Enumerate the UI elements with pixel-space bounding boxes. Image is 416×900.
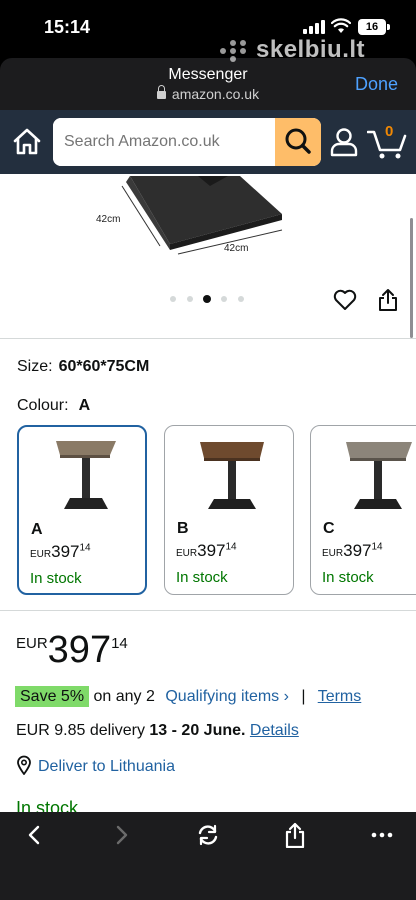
- battery-tip: [387, 24, 390, 30]
- forward-icon[interactable]: [102, 822, 142, 848]
- more-options-icon[interactable]: [362, 822, 402, 848]
- amazon-header: 0: [0, 110, 416, 174]
- cellular-signal-icon: [303, 20, 327, 34]
- swatch-label: B: [177, 520, 189, 537]
- swatch-price-whole: 397: [343, 541, 372, 560]
- heart-icon[interactable]: [333, 289, 357, 311]
- delivery-info: EUR 9.85 delivery 13 - 20 June. Details: [16, 722, 299, 740]
- home-icon[interactable]: [12, 127, 42, 157]
- swatch-image: [346, 442, 412, 509]
- save-badge: Save 5%: [15, 686, 90, 707]
- delivery-cost: EUR 9.85 delivery: [16, 722, 145, 739]
- swatch-image: [200, 442, 264, 509]
- battery-level: 16: [358, 19, 386, 35]
- dimension-label-left: 42cm: [96, 214, 120, 225]
- terms-link[interactable]: Terms: [318, 688, 362, 705]
- product-price: EUR39714: [16, 629, 128, 672]
- swatch-currency: EUR: [30, 549, 52, 560]
- deliver-to-location[interactable]: Deliver to Lithuania: [16, 755, 175, 776]
- product-page: 42cm 42cm Size: 60*60*75CM Colour: A A EUR…: [0, 174, 416, 812]
- watermark-logo-icon: [220, 40, 250, 66]
- stock-status: In stock: [16, 798, 79, 812]
- colour-option-c[interactable]: C EUR39714 In stock: [310, 425, 416, 595]
- location-pin-icon: [17, 755, 31, 775]
- swatch-price-fraction: 14: [79, 542, 91, 554]
- size-label: Size:: [17, 358, 53, 375]
- price-fraction: 14: [111, 635, 128, 652]
- browser-url: amazon.co.uk: [0, 85, 416, 102]
- swatch-price: EUR39714: [176, 541, 237, 561]
- status-time: 15:14: [44, 17, 91, 37]
- reload-icon[interactable]: [188, 822, 228, 848]
- dimension-label-right: 42cm: [224, 243, 248, 254]
- browser-url-text: amazon.co.uk: [171, 86, 260, 102]
- colour-option-a[interactable]: A EUR39714 In stock: [17, 425, 147, 595]
- delivery-details-link[interactable]: Details: [250, 722, 299, 739]
- swatch-stock: In stock: [176, 569, 228, 586]
- browser-toolbar: [0, 812, 416, 900]
- carousel-dot[interactable]: [238, 296, 244, 302]
- colour-label: Colour:: [17, 397, 69, 414]
- swatch-image: [56, 441, 116, 509]
- image-carousel-dots[interactable]: [170, 294, 250, 304]
- browser-title: Messenger: [168, 66, 248, 83]
- size-selection: Size: 60*60*75CM: [17, 358, 149, 376]
- search-input[interactable]: [53, 118, 275, 166]
- swatch-price: EUR39714: [30, 542, 91, 562]
- done-button[interactable]: Done: [355, 74, 398, 95]
- swatch-price: EUR39714: [322, 541, 383, 561]
- product-image[interactable]: 42cm 42cm: [60, 174, 300, 264]
- promo-text: on any 2: [93, 688, 155, 705]
- back-icon[interactable]: [14, 822, 54, 848]
- swatch-stock: In stock: [30, 570, 82, 587]
- carousel-dot-active[interactable]: [203, 295, 211, 303]
- swatch-price-fraction: 14: [225, 541, 237, 553]
- qualifying-items-link[interactable]: Qualifying items ›: [165, 688, 289, 705]
- cart-count: 0: [385, 123, 394, 140]
- divider: [0, 338, 416, 339]
- swatch-price-fraction: 14: [371, 541, 383, 553]
- swatch-currency: EUR: [176, 548, 198, 559]
- swatch-label: C: [323, 520, 335, 537]
- lock-icon: [156, 85, 166, 99]
- wifi-icon: [331, 18, 351, 33]
- deliver-to-text: Deliver to Lithuania: [38, 758, 175, 775]
- promo-separator: |: [301, 688, 306, 705]
- account-icon[interactable]: [330, 127, 358, 157]
- share-icon[interactable]: [378, 288, 398, 312]
- delivery-dates: 13 - 20 June.: [149, 722, 246, 739]
- swatch-currency: EUR: [322, 548, 344, 559]
- swatch-label: A: [31, 521, 43, 538]
- swatch-price-whole: 397: [51, 542, 80, 561]
- carousel-dot[interactable]: [170, 296, 176, 302]
- size-value: 60*60*75CM: [58, 358, 150, 375]
- search-button[interactable]: [275, 118, 321, 166]
- divider: [0, 610, 416, 611]
- carousel-dot[interactable]: [187, 296, 193, 302]
- watermark: skelbiu.lt: [220, 36, 390, 68]
- price-currency: EUR: [16, 635, 48, 652]
- share-page-icon[interactable]: [275, 822, 315, 848]
- colour-selection: Colour: A: [17, 397, 90, 415]
- promotion-line: Save 5% on any 2 Qualifying items › | Te…: [15, 686, 362, 707]
- price-whole: 397: [47, 629, 112, 671]
- search-icon: [285, 128, 311, 154]
- colour-option-b[interactable]: B EUR39714 In stock: [164, 425, 294, 595]
- carousel-dot[interactable]: [221, 296, 227, 302]
- search-bar: [53, 118, 321, 166]
- watermark-text: skelbiu.lt: [256, 36, 366, 63]
- swatch-price-whole: 397: [197, 541, 226, 560]
- colour-value: A: [78, 397, 91, 414]
- swatch-stock: In stock: [322, 569, 374, 586]
- scrollbar[interactable]: [410, 218, 413, 338]
